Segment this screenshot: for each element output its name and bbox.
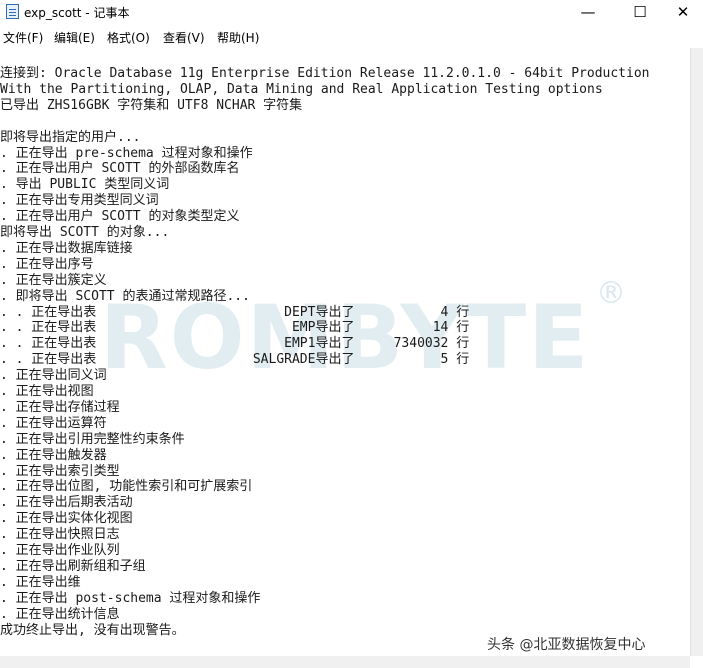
text-line: . 正在导出触发器 xyxy=(0,447,107,463)
text-line: . 正在导出簇定义 xyxy=(0,272,107,288)
text-line: . 正在导出同义词 xyxy=(0,368,107,384)
text-line: 即将导出 SCOTT 的对象... xyxy=(0,225,170,240)
text-line: . 正在导出快照日志 xyxy=(0,527,120,543)
text-line: 已导出 ZHS16GBK 字符集和 UTF8 NCHAR 字符集 xyxy=(0,97,303,113)
window-title: exp_scott - 记事本 xyxy=(24,6,130,20)
text-line: . 正在导出用户 SCOTT 的对象类型定义 xyxy=(0,209,240,225)
text-line: . 正在导出 pre-schema 过程对象和操作 xyxy=(0,145,253,161)
title-bar: exp_scott - 记事本 — ☐ ✕ xyxy=(0,0,703,24)
text-line: . 正在导出序号 xyxy=(0,256,94,272)
text-line: . 正在导出统计信息 xyxy=(0,606,120,622)
text-line: . . 正在导出表 DEPT导出了 4 行 xyxy=(0,304,470,320)
text-editor-area[interactable]: ROMBYTE ® 连接到: Oracle Database 11g Enter… xyxy=(0,48,690,656)
text-line: . 即将导出 SCOTT 的表通过常规路径... xyxy=(0,288,250,304)
text-line: . 正在导出运算符 xyxy=(0,415,107,431)
text-line: . . 正在导出表 SALGRADE导出了 5 行 xyxy=(0,352,470,368)
vertical-scrollbar[interactable] xyxy=(690,48,703,656)
menu-file[interactable]: 文件(F) xyxy=(3,29,43,46)
text-line: . 正在导出刷新组和子组 xyxy=(0,558,146,574)
text-line: 即将导出指定的用户... xyxy=(0,129,141,145)
source-credit: 头条 @北亚数据恢复中心 xyxy=(487,637,646,653)
menu-bar: 文件(F) 编辑(E) 格式(O) 查看(V) 帮助(H) xyxy=(0,26,703,46)
menu-view[interactable]: 查看(V) xyxy=(163,29,205,46)
text-line: With the Partitioning, OLAP, Data Mining… xyxy=(0,81,603,97)
text-line: . 正在导出视图 xyxy=(0,384,94,399)
text-line: 连接到: Oracle Database 11g Enterprise Edit… xyxy=(0,66,650,81)
menu-help[interactable]: 帮助(H) xyxy=(217,29,259,46)
text-line: . . 正在导出表 EMP1导出了 7340032 行 xyxy=(0,336,470,352)
close-button[interactable]: ✕ xyxy=(660,0,703,24)
text-line: . 正在导出作业队列 xyxy=(0,543,120,558)
text-line: . 正在导出数据库链接 xyxy=(0,240,133,256)
maximize-button[interactable]: ☐ xyxy=(617,0,663,24)
text-line: . 导出 PUBLIC 类型同义词 xyxy=(0,177,170,193)
menu-format[interactable]: 格式(O) xyxy=(107,29,150,46)
menu-edit[interactable]: 编辑(E) xyxy=(54,29,95,46)
text-line: . 正在导出用户 SCOTT 的外部函数库名 xyxy=(0,161,240,177)
text-line: . 正在导出索引类型 xyxy=(0,463,120,479)
text-line: 成功终止导出, 没有出现警告。 xyxy=(0,622,185,638)
text-line: . 正在导出后期表活动 xyxy=(0,495,133,511)
minimize-button[interactable]: — xyxy=(565,0,611,24)
horizontal-scrollbar[interactable] xyxy=(0,656,690,668)
text-line: . 正在导出引用完整性约束条件 xyxy=(0,431,185,447)
text-line: . 正在导出专用类型同义词 xyxy=(0,193,159,209)
notepad-icon xyxy=(6,4,19,19)
text-line: . 正在导出实体化视图 xyxy=(0,511,133,527)
text-line: . . 正在导出表 EMP导出了 14 行 xyxy=(0,320,470,336)
text-line: . 正在导出存储过程 xyxy=(0,399,120,415)
text-line: . 正在导出位图, 功能性索引和可扩展索引 xyxy=(0,479,253,495)
text-line: . 正在导出 post-schema 过程对象和操作 xyxy=(0,590,261,606)
text-line: . 正在导出维 xyxy=(0,574,81,590)
registered-mark: ® xyxy=(596,276,626,311)
